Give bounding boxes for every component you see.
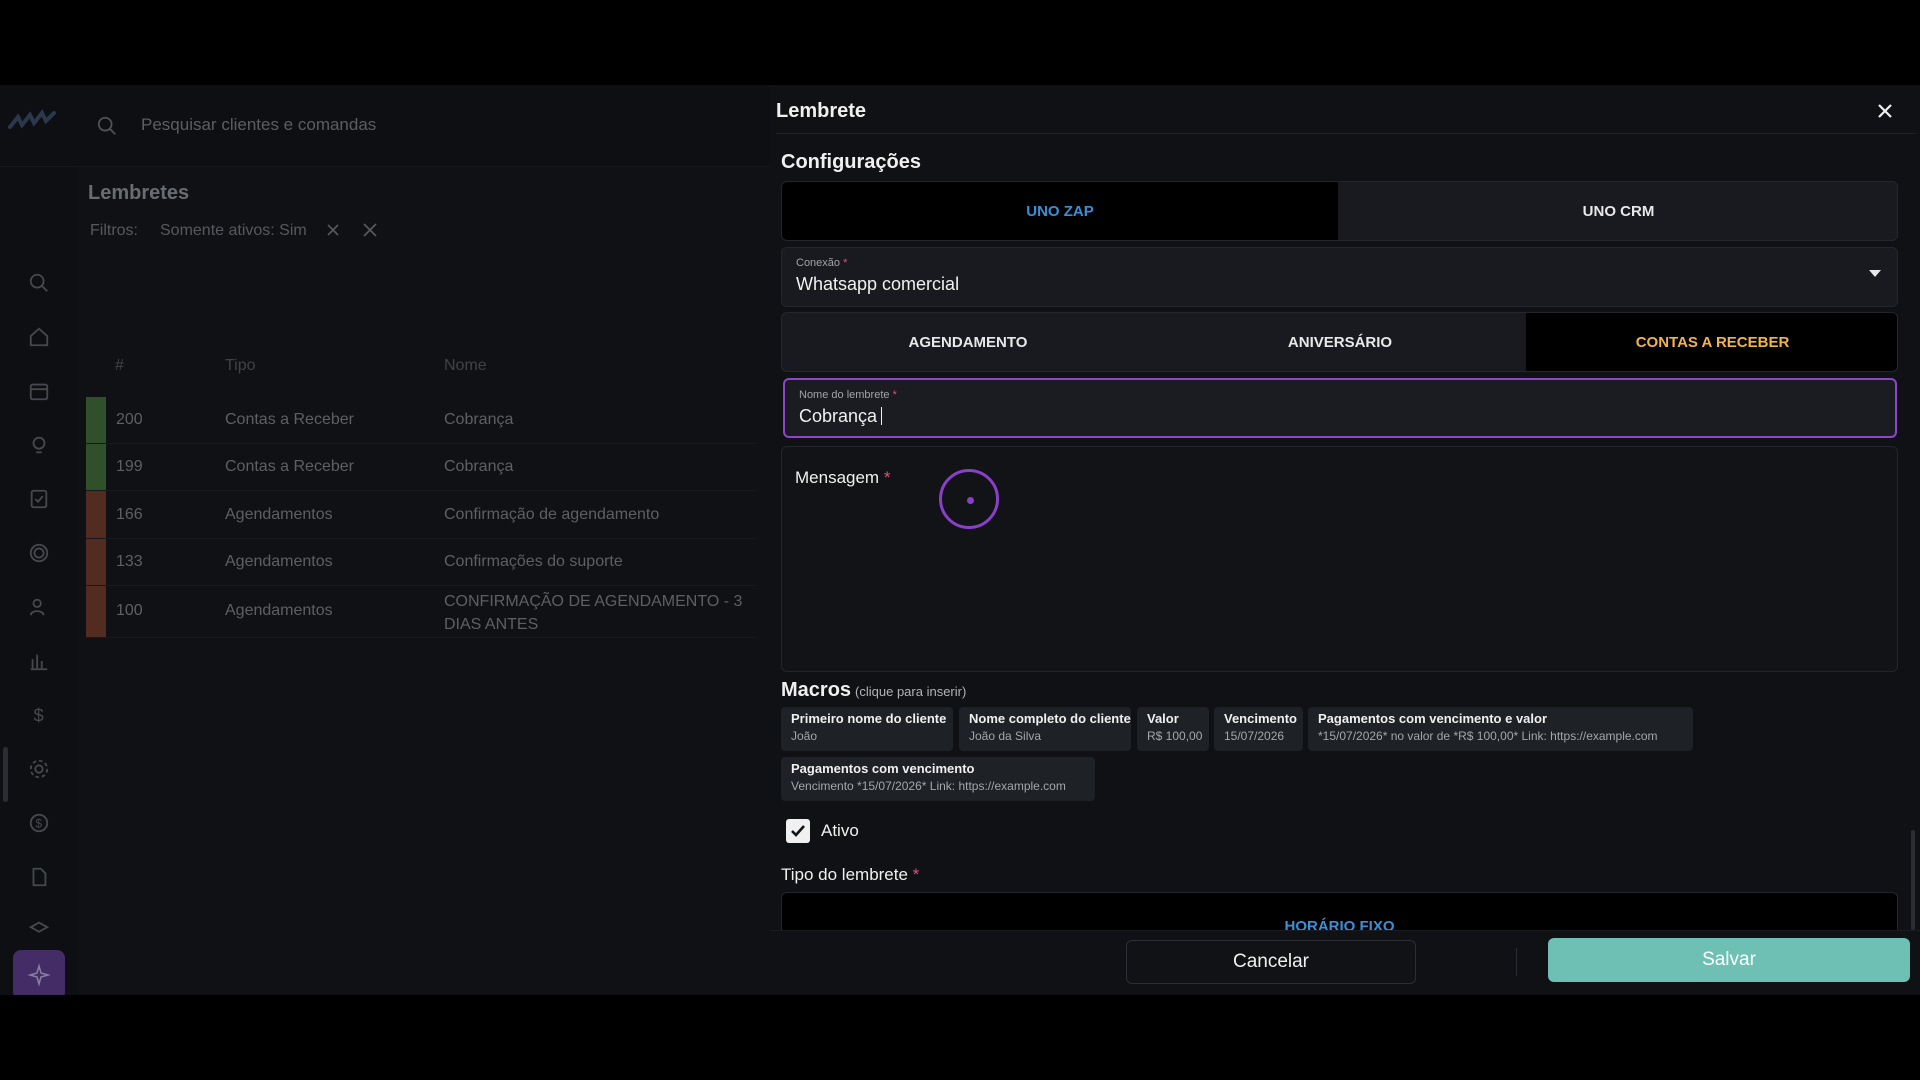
scrollbar[interactable] <box>1911 830 1915 930</box>
connection-value: Whatsapp comercial <box>796 274 960 294</box>
platform-tabs: UNO ZAP UNO CRM <box>781 181 1898 241</box>
tab-aniversario[interactable]: ANIVERSÁRIO <box>1154 313 1526 371</box>
app-window: Pesquisar clientes e comandas $ $ Lembre… <box>0 85 1920 995</box>
modal-backdrop[interactable] <box>0 85 770 995</box>
tab-uno-crm[interactable]: UNO CRM <box>1338 182 1897 240</box>
macro-value[interactable]: Valor R$ 100,00 <box>1137 707 1209 751</box>
pointer-dot <box>967 497 974 504</box>
reminder-name-label: Nome do lembrete * <box>799 389 897 401</box>
letterbox-top <box>0 0 1920 85</box>
active-checkbox[interactable] <box>786 819 810 843</box>
reminder-name-field[interactable]: Nome do lembrete * Cobrança <box>783 378 1897 438</box>
macros-title: Macros (clique para inserir) <box>781 679 967 701</box>
section-title: Configurações <box>781 151 922 173</box>
reminder-drawer: Lembrete Configurações UNO ZAP UNO CRM C… <box>770 85 1920 995</box>
close-icon[interactable] <box>1873 99 1897 123</box>
pointer-cursor-indicator <box>939 469 999 529</box>
tab-agendamento[interactable]: AGENDAMENTO <box>782 313 1154 371</box>
checkmark-icon <box>791 825 805 837</box>
reminder-type-tabs: AGENDAMENTO ANIVERSÁRIO CONTAS A RECEBER <box>781 312 1898 372</box>
macro-due-date[interactable]: Vencimento 15/07/2026 <box>1214 707 1303 751</box>
connection-select[interactable]: Conexão * Whatsapp comercial <box>781 247 1898 307</box>
message-editor[interactable]: Mensagem * <box>781 446 1898 672</box>
connection-label: Conexão * <box>796 257 848 269</box>
chevron-down-icon <box>1869 270 1881 277</box>
tab-horario-fixo[interactable]: HORÁRIO FIXO <box>782 893 1897 935</box>
drawer-title: Lembrete <box>776 100 867 122</box>
drawer-footer: Cancelar Salvar <box>770 930 1920 995</box>
message-label: Mensagem * <box>795 468 891 487</box>
letterbox-bottom <box>0 995 1920 1080</box>
divider <box>776 133 1916 134</box>
macro-payments-due-value[interactable]: Pagamentos com vencimento e valor *15/07… <box>1308 707 1693 751</box>
divider <box>1516 948 1517 976</box>
reminder-name-value: Cobrança <box>799 406 883 427</box>
active-label: Ativo <box>821 821 859 840</box>
tab-uno-zap[interactable]: UNO ZAP <box>782 182 1338 240</box>
tab-contas-a-receber[interactable]: CONTAS A RECEBER <box>1526 313 1897 371</box>
cancel-button[interactable]: Cancelar <box>1126 940 1416 984</box>
save-button[interactable]: Salvar <box>1548 938 1910 982</box>
macro-full-name[interactable]: Nome completo do cliente João da Silva <box>959 707 1131 751</box>
macro-payments-due[interactable]: Pagamentos com vencimento Vencimento *15… <box>781 757 1095 801</box>
macro-first-name[interactable]: Primeiro nome do cliente João <box>781 707 953 751</box>
reminder-kind-label: Tipo do lembrete * <box>781 865 920 884</box>
